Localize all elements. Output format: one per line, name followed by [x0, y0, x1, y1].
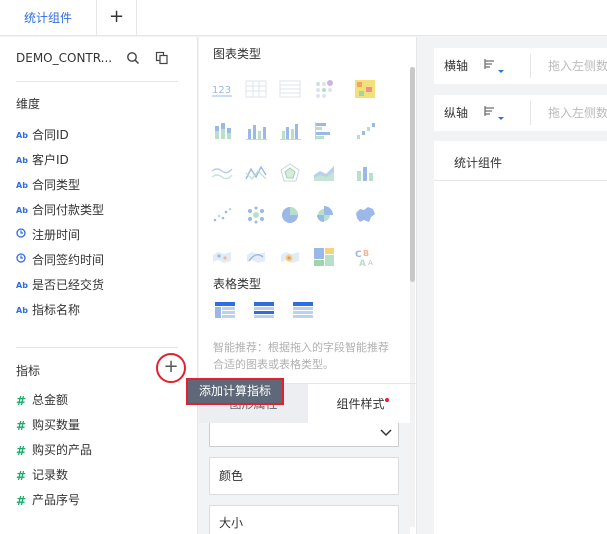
x-axis-drop-zone[interactable]: 拖入左侧数据: [548, 48, 607, 84]
dimension-item[interactable]: Ab 合同ID: [16, 125, 186, 145]
chevron-down-icon: [380, 429, 392, 437]
dimension-item[interactable]: 合同签约时间: [16, 250, 186, 270]
bar-line-combo-icon[interactable]: [354, 163, 376, 183]
dimension-item[interactable]: Ab 指标名称: [16, 300, 186, 320]
clock-icon: [16, 226, 32, 246]
broken-line-icon[interactable]: [245, 163, 267, 183]
map-chart-icon[interactable]: [354, 205, 376, 225]
number-type-icon: #: [16, 443, 27, 458]
y-axis-label: 纵轴: [444, 106, 469, 120]
svg-text:123: 123: [212, 85, 231, 96]
detail-table-icon[interactable]: [279, 79, 301, 99]
y-axis-drop-zone[interactable]: 拖入左侧数据: [548, 95, 607, 131]
text-type-icon: Ab: [16, 305, 28, 315]
dataset-name[interactable]: DEMO_CONTR...: [16, 51, 116, 65]
divider: [16, 347, 178, 348]
text-type-icon: Ab: [16, 130, 28, 140]
divider: [434, 180, 607, 181]
metric-item[interactable]: # 购买的产品: [16, 440, 186, 460]
number-type-icon: #: [16, 393, 27, 408]
area-chart-icon[interactable]: [313, 163, 335, 183]
sort-icon[interactable]: [484, 105, 506, 121]
number-type-icon: #: [16, 468, 27, 483]
text-type-icon: Ab: [16, 205, 28, 215]
text-type-icon: Ab: [16, 180, 28, 190]
dimension-item[interactable]: 注册时间: [16, 225, 186, 245]
table-type-title: 表格类型: [213, 277, 262, 291]
pie-chart-icon[interactable]: [279, 205, 301, 225]
sort-icon[interactable]: [484, 58, 506, 74]
dataset-header: DEMO_CONTR...: [16, 51, 178, 69]
text-type-icon: Ab: [16, 155, 28, 165]
svg-text:A: A: [359, 259, 366, 267]
metric-item[interactable]: # 记录数: [16, 465, 186, 485]
line-chart-icon[interactable]: [211, 163, 233, 183]
horizontal-bar-icon[interactable]: [313, 121, 335, 141]
rose-chart-icon[interactable]: [313, 205, 335, 225]
component-title[interactable]: 统计组件: [454, 154, 502, 171]
point-map-icon[interactable]: [211, 247, 233, 267]
tab-statistic-component[interactable]: 统计组件: [0, 0, 97, 36]
dimension-item[interactable]: Ab 客户ID: [16, 150, 186, 170]
detail-table-type-icon[interactable]: [292, 301, 314, 319]
clock-icon: [16, 251, 32, 271]
bubble-chart-icon[interactable]: [245, 205, 267, 225]
group-table-icon[interactable]: [214, 301, 236, 319]
search-icon[interactable]: [126, 51, 140, 65]
divider: [16, 81, 178, 82]
cross-table-icon[interactable]: [245, 79, 267, 99]
add-calculated-metric-tooltip: 添加计算指标: [186, 378, 284, 405]
top-tab-bar: 统计组件 +: [0, 0, 607, 36]
divider: [530, 54, 531, 78]
field-panel: DEMO_CONTR... 维度 Ab 合同ID Ab 客户ID Ab 合同类型 Ab…: [0, 37, 198, 534]
scatter-chart-icon[interactable]: [211, 205, 233, 225]
add-tab-button[interactable]: +: [97, 0, 137, 36]
metric-item[interactable]: # 产品序号: [16, 490, 186, 510]
number-type-icon: #: [16, 493, 27, 508]
bar-chart-icon[interactable]: [245, 121, 267, 141]
size-drop-zone[interactable]: 大小: [209, 505, 399, 534]
chart-mark-select[interactable]: [209, 423, 399, 447]
unsaved-dot: [384, 398, 389, 402]
dimension-item[interactable]: Ab 合同付款类型: [16, 200, 186, 220]
waterfall-icon[interactable]: [354, 121, 376, 141]
x-axis-shelf: 横轴 拖入左侧数据: [434, 48, 607, 84]
radar-chart-icon[interactable]: [279, 163, 301, 183]
scrollbar-thumb[interactable]: [410, 67, 415, 282]
cross-tab-table-icon[interactable]: [253, 301, 275, 319]
heat-map-geo-icon[interactable]: [279, 247, 301, 267]
dot-matrix-icon[interactable]: [313, 79, 335, 99]
stacked-bar-icon[interactable]: [211, 121, 233, 141]
dimension-title: 维度: [16, 97, 41, 111]
smart-recommend-hint: 智能推荐：根据拖入的字段智能推荐合适的图表或表格类型。: [213, 341, 389, 371]
component-canvas[interactable]: 统计组件: [434, 141, 607, 534]
heatmap-icon[interactable]: [354, 79, 376, 99]
flow-map-icon[interactable]: [245, 247, 267, 267]
metric-item[interactable]: # 购买数量: [16, 415, 186, 435]
word-cloud-icon[interactable]: C B A A: [354, 247, 376, 267]
metric-title: 指标: [16, 364, 41, 378]
switch-dataset-icon[interactable]: [155, 51, 169, 65]
grouped-bar-icon[interactable]: [279, 121, 301, 141]
color-drop-zone[interactable]: 颜色: [209, 457, 399, 495]
chart-type-title: 图表类型: [213, 47, 262, 61]
add-calculated-metric-button[interactable]: +: [156, 353, 186, 383]
metric-item[interactable]: # 总金额: [16, 390, 186, 410]
divider: [530, 101, 531, 125]
chart-type-panel: 图表类型 123 C B A A 表格类型 智能推荐：根据拖入的字段智能推荐合适…: [199, 37, 417, 534]
treemap-icon[interactable]: [313, 247, 335, 267]
text-type-icon: Ab: [16, 280, 28, 290]
svg-text:A: A: [368, 259, 373, 267]
x-axis-label: 横轴: [444, 59, 469, 73]
y-axis-shelf: 纵轴 拖入左侧数据: [434, 95, 607, 131]
number-type-icon: #: [16, 418, 27, 433]
dimension-item[interactable]: Ab 是否已经交货: [16, 275, 186, 295]
dimension-item[interactable]: Ab 合同类型: [16, 175, 186, 195]
svg-text:B: B: [363, 249, 369, 258]
kpi-number-icon[interactable]: 123: [211, 79, 233, 99]
tab-component-style[interactable]: 组件样式: [308, 384, 417, 424]
